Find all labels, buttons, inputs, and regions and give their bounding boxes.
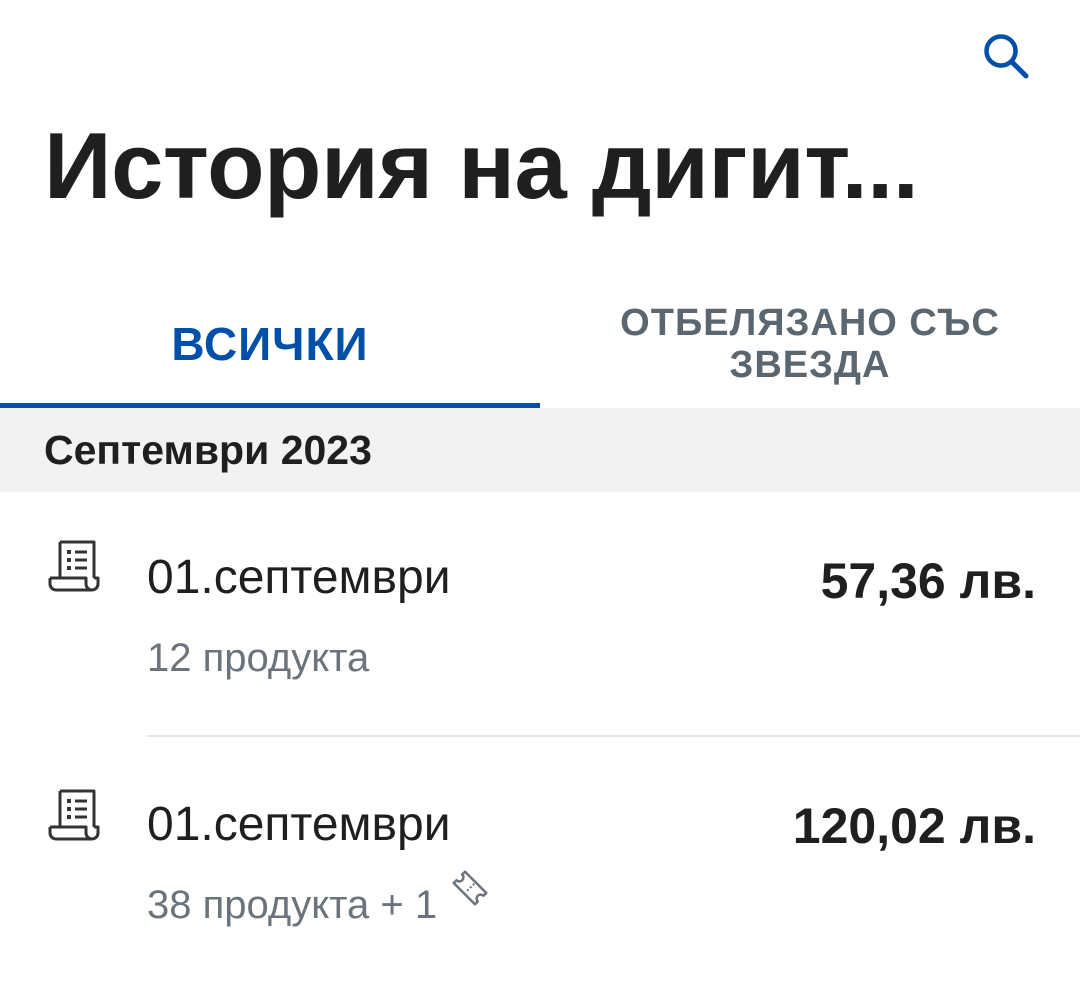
section-header-month: Септември 2023 [0, 408, 1080, 492]
receipt-amount: 120,02 лв. [792, 798, 1036, 854]
tab-starred[interactable]: ОТБЕЛЯЗАНО СЪС ЗВЕЗДА [540, 280, 1080, 408]
coupon-icon [452, 870, 488, 906]
receipt-icon [48, 789, 100, 841]
receipt-items-label: 38 продукта + 1 [147, 883, 438, 927]
receipt-date: 01.септември [147, 798, 451, 851]
receipt-items-label: 12 продукта [147, 636, 370, 680]
page-title: История на дигит... [44, 113, 919, 218]
tab-all-label: ВСИЧКИ [171, 318, 369, 370]
receipt-row[interactable]: 01.септември 38 продукта + 1 120,02 лв. [0, 737, 1080, 982]
receipt-items-count: 12 продукта [147, 636, 369, 681]
search-icon [984, 34, 1029, 79]
receipt-date: 01.септември [147, 551, 451, 604]
receipt-icon [48, 540, 100, 592]
tab-starred-label: ОТБЕЛЯЗАНО СЪС ЗВЕЗДА [620, 302, 1000, 386]
receipt-amount: 57,36 лв. [820, 553, 1036, 609]
receipt-items-count: 38 продукта + 1 [147, 870, 493, 928]
tab-bar: ВСИЧКИ ОТБЕЛЯЗАНО СЪС ЗВЕЗДА [0, 280, 1080, 408]
search-button[interactable] [976, 26, 1036, 86]
tab-all[interactable]: ВСИЧКИ [0, 280, 540, 408]
section-title: Септември 2023 [44, 426, 372, 473]
receipt-row[interactable]: 01.септември 12 продукта 57,36 лв. [0, 492, 1080, 737]
